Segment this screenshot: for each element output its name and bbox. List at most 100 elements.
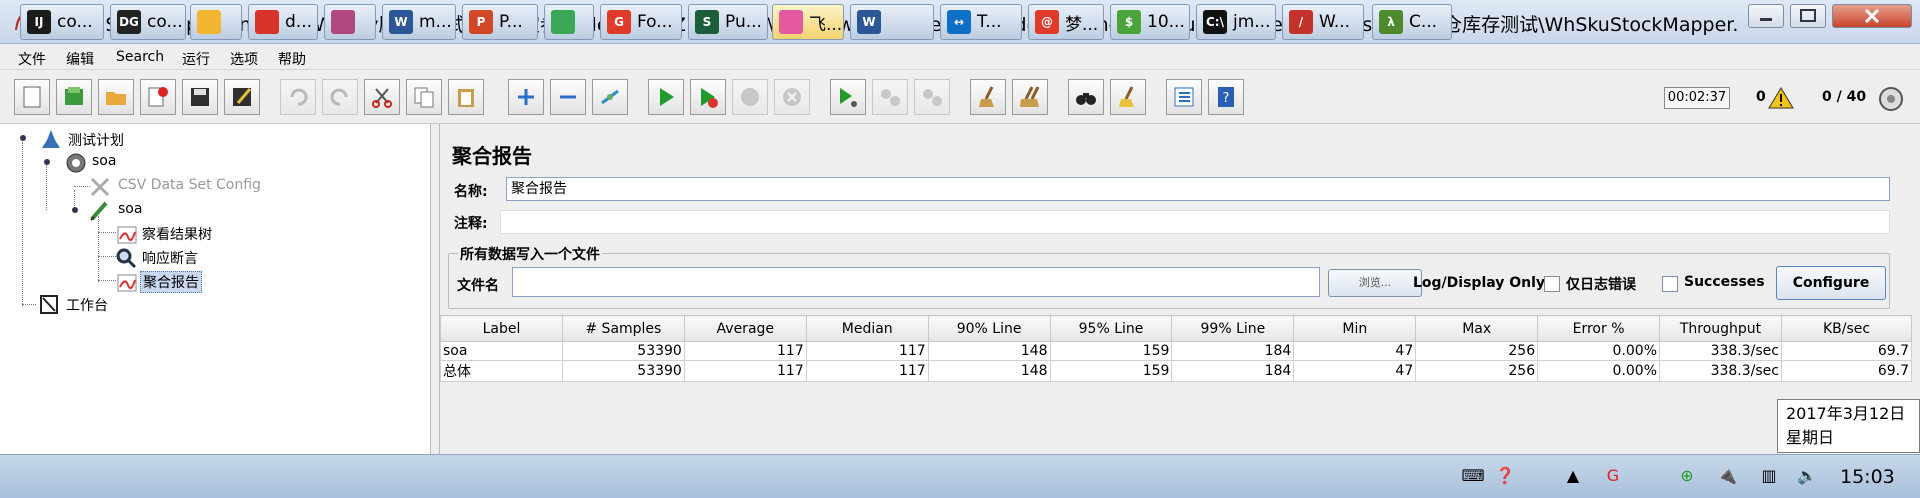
comment-input[interactable] <box>500 210 1890 234</box>
taskbar-item[interactable]: Wm... <box>382 4 456 40</box>
new-button[interactable] <box>14 79 50 115</box>
taskbar-item[interactable]: DG co... <box>110 4 186 40</box>
log-display-only-label: Log/Display Only: <box>1413 275 1551 291</box>
col-header-99-line[interactable]: 99% Line <box>1171 315 1295 342</box>
copy-button[interactable] <box>406 79 442 115</box>
templates-button[interactable] <box>56 79 92 115</box>
name-input[interactable]: 聚合报告 <box>506 177 1890 201</box>
taskbar-item[interactable]: W <box>850 4 934 40</box>
redo-button[interactable] <box>322 79 358 115</box>
toggle-button[interactable] <box>592 79 628 115</box>
col-header-error[interactable]: Error % <box>1537 315 1661 342</box>
clear-all-button[interactable] <box>1012 79 1048 115</box>
menu-search[interactable]: Search <box>116 49 164 65</box>
add-tray-icon[interactable]: ⊕ <box>1676 464 1698 486</box>
menu-edit[interactable]: 编辑 <box>66 49 94 69</box>
col-header-median[interactable]: Median <box>805 315 929 342</box>
menu-options[interactable]: 选项 <box>230 49 258 69</box>
reset-search-button[interactable] <box>1110 79 1146 115</box>
col-header-samples[interactable]: # Samples <box>561 315 685 342</box>
tree-item-thread-group[interactable]: soa <box>92 153 116 169</box>
keyboard-icon[interactable]: ⌨ <box>1461 464 1484 486</box>
tree-item-csv-config[interactable]: CSV Data Set Config <box>118 177 261 193</box>
help-tray-icon[interactable]: ❓ <box>1494 464 1516 486</box>
show-hidden-icons-icon[interactable]: ▲ <box>1562 464 1584 486</box>
tree-expand-handle[interactable] <box>18 133 28 143</box>
save-button[interactable] <box>182 79 218 115</box>
browse-button[interactable]: 浏览... <box>1328 269 1422 297</box>
tree-item-sampler[interactable]: soa <box>118 201 142 217</box>
clear-button[interactable] <box>970 79 1006 115</box>
start-no-pauses-button[interactable] <box>690 79 726 115</box>
collapse-all-button[interactable] <box>550 79 586 115</box>
table-row[interactable]: 总体 53390 117 117 148 159 184 47 256 0.00… <box>440 360 1913 382</box>
table-row[interactable]: soa 53390 117 117 148 159 184 47 256 0.0… <box>440 341 1913 361</box>
tree-item-assertion[interactable]: 响应断言 <box>142 248 198 268</box>
errors-only-checkbox[interactable] <box>1544 276 1560 292</box>
col-header-throughput[interactable]: Throughput <box>1659 315 1782 342</box>
function-helper-button[interactable] <box>1166 79 1202 115</box>
menu-run[interactable]: 运行 <box>182 49 210 69</box>
tree-item-test-plan[interactable]: 测试计划 <box>68 130 124 150</box>
tree-expand-handle[interactable] <box>42 157 52 167</box>
col-header-90-line[interactable]: 90% Line <box>927 315 1051 342</box>
maximize-button[interactable] <box>1790 4 1826 28</box>
remote-start-all-button[interactable] <box>830 79 866 115</box>
open-button[interactable] <box>98 79 134 115</box>
taskbar-clock[interactable]: 15:03 <box>1840 466 1895 488</box>
tree-expand-handle[interactable] <box>70 205 80 215</box>
col-header-label[interactable]: Label <box>440 315 563 342</box>
start-button[interactable] <box>648 79 684 115</box>
filename-input[interactable] <box>512 267 1320 297</box>
remote-shutdown-all-button[interactable] <box>914 79 950 115</box>
network-icon[interactable]: ▥ <box>1758 464 1780 486</box>
pane-splitter[interactable] <box>430 124 440 454</box>
remote-stop-all-button[interactable] <box>872 79 908 115</box>
tree-item-workbench[interactable]: 工作台 <box>66 295 108 315</box>
col-header-average[interactable]: Average <box>683 315 807 342</box>
col-header-95-line[interactable]: 95% Line <box>1049 315 1173 342</box>
taskbar-item[interactable]: C:\ jm... <box>1196 4 1276 40</box>
minimize-button[interactable] <box>1748 4 1784 28</box>
taskbar-item[interactable]: / W... <box>1282 4 1364 40</box>
tree-item-view-results[interactable]: 察看结果树 <box>142 224 212 244</box>
menu-help[interactable]: 帮助 <box>278 49 306 69</box>
col-header-min[interactable]: Min <box>1293 315 1417 342</box>
taskbar-item-label: co... <box>147 12 183 32</box>
volume-icon[interactable]: 🔈 <box>1796 464 1818 486</box>
help-button[interactable]: ? <box>1208 79 1244 115</box>
stop-button[interactable] <box>732 79 768 115</box>
close-button[interactable] <box>1832 4 1912 28</box>
taskbar-item[interactable]: λ C... <box>1372 4 1452 40</box>
taskbar-item[interactable]: S Pu... <box>688 4 768 40</box>
taskbar-app-icon <box>551 10 575 34</box>
save-as-button[interactable] <box>224 79 260 115</box>
col-header-max[interactable]: Max <box>1415 315 1539 342</box>
power-plug-icon[interactable]: 🔌 <box>1716 464 1738 486</box>
menu-file[interactable]: 文件 <box>18 49 46 69</box>
taskbar-item[interactable] <box>324 4 376 40</box>
tree-item-aggregate-report[interactable]: 聚合报告 <box>140 271 202 293</box>
cut-button[interactable] <box>364 79 400 115</box>
taskbar-item[interactable]: @ 梦... <box>1028 4 1104 40</box>
taskbar-item[interactable]: 飞... <box>772 4 844 40</box>
taskbar-item[interactable]: IJ co... <box>20 4 104 40</box>
sogou-tray-icon[interactable]: G <box>1602 464 1624 486</box>
undo-button[interactable] <box>280 79 316 115</box>
successes-checkbox[interactable] <box>1662 276 1678 292</box>
col-header-kb-sec[interactable]: KB/sec <box>1780 315 1913 342</box>
taskbar-item[interactable]: $10... <box>1110 4 1190 40</box>
taskbar-item[interactable]: ↔ T... <box>940 4 1022 40</box>
paste-button[interactable] <box>448 79 484 115</box>
configure-button[interactable]: Configure <box>1776 266 1886 300</box>
taskbar-item[interactable] <box>190 4 242 40</box>
close-file-button[interactable] <box>140 79 176 115</box>
taskbar-item[interactable]: G Fo... <box>600 4 682 40</box>
expand-all-button[interactable] <box>508 79 544 115</box>
taskbar-item[interactable]: P P... <box>462 4 538 40</box>
taskbar-item[interactable]: d... <box>248 4 318 40</box>
search-button[interactable] <box>1068 79 1104 115</box>
taskbar-item[interactable] <box>544 4 594 40</box>
shutdown-button[interactable] <box>774 79 810 115</box>
warning-icon[interactable] <box>1768 86 1794 110</box>
